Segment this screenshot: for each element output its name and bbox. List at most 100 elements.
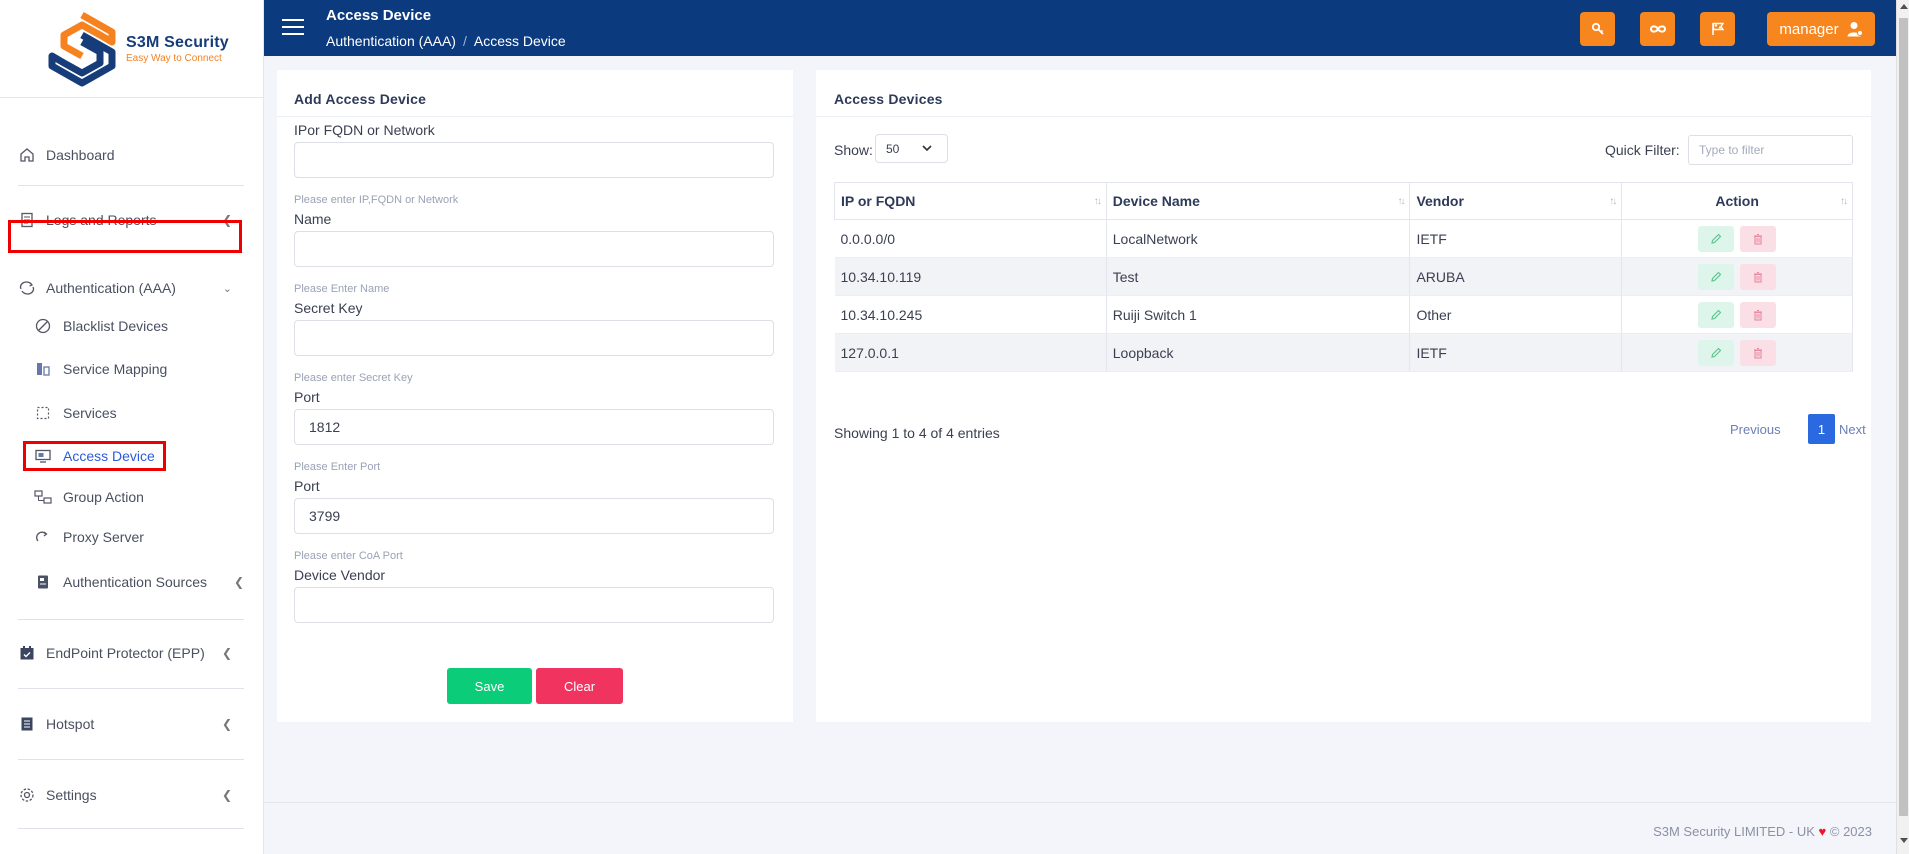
sidebar-subitem-authentication-sources[interactable]: Authentication Sources ❮ bbox=[34, 568, 244, 596]
sidebar-item-authentication[interactable]: Authentication (AAA) ⌄ bbox=[18, 273, 244, 303]
menu-toggle-icon[interactable] bbox=[282, 19, 304, 37]
user-name: manager bbox=[1779, 20, 1839, 38]
user-menu-button[interactable]: manager bbox=[1767, 12, 1875, 46]
sidebar-subitem-label: Authentication Sources bbox=[63, 574, 207, 590]
table-row: 0.0.0.0/0 LocalNetwork IETF bbox=[834, 219, 1853, 258]
sort-icon: ↑↓ bbox=[1840, 196, 1848, 207]
breadcrumb-separator: / bbox=[462, 33, 467, 49]
source-icon bbox=[34, 573, 52, 591]
delete-button[interactable] bbox=[1740, 225, 1777, 252]
key-button[interactable] bbox=[1580, 12, 1615, 46]
show-entries-label: Show: bbox=[834, 142, 873, 158]
dashed-square-icon bbox=[34, 404, 52, 422]
coa-port-input[interactable] bbox=[294, 498, 774, 534]
cell-device-name: Test bbox=[1106, 257, 1411, 296]
edit-button[interactable] bbox=[1698, 339, 1735, 366]
sidebar-subitem-access-device[interactable]: Access Device bbox=[34, 442, 234, 470]
breadcrumb-item[interactable]: Authentication (AAA) bbox=[326, 33, 456, 49]
sidebar-subitem-proxy-server[interactable]: Proxy Server bbox=[34, 523, 234, 551]
edit-button[interactable] bbox=[1698, 301, 1735, 328]
device-vendor-select[interactable] bbox=[294, 587, 774, 623]
column-header-action[interactable]: Action ↑↓ bbox=[1621, 182, 1853, 220]
card-divider bbox=[277, 116, 793, 117]
sidebar-subitem-service-mapping[interactable]: Service Mapping bbox=[34, 355, 234, 383]
edit-button[interactable] bbox=[1698, 263, 1735, 290]
edit-button[interactable] bbox=[1698, 225, 1735, 252]
sort-icon: ↑↓ bbox=[1093, 196, 1102, 207]
trash-icon bbox=[1754, 347, 1763, 359]
delete-button[interactable] bbox=[1740, 301, 1777, 328]
port-help: Please Enter Port bbox=[294, 461, 381, 473]
column-header-device-name[interactable]: Device Name ↑↓ bbox=[1105, 182, 1411, 220]
sidebar-subitem-group-action[interactable]: Group Action bbox=[34, 483, 234, 511]
ip-fqdn-input[interactable] bbox=[294, 142, 774, 178]
sidebar-subitem-label: Group Action bbox=[63, 489, 144, 505]
scroll-down-arrow-icon[interactable] bbox=[1900, 838, 1908, 843]
column-header-label: IP or FQDN bbox=[841, 193, 916, 209]
cell-ip: 0.0.0.0/0 bbox=[834, 219, 1107, 258]
form-title: Add Access Device bbox=[294, 91, 427, 107]
delete-button[interactable] bbox=[1740, 263, 1777, 290]
sync-icon bbox=[18, 279, 36, 297]
gear-icon bbox=[18, 786, 36, 804]
delete-button[interactable] bbox=[1740, 339, 1777, 366]
book-icon bbox=[18, 715, 36, 733]
page-scrollbar[interactable] bbox=[1896, 0, 1909, 854]
sidebar: S3M Security Easy Way to Connect Dashboa… bbox=[0, 0, 264, 854]
cell-vendor: IETF bbox=[1409, 219, 1623, 258]
page-title: Access Device bbox=[326, 7, 432, 24]
heart-icon: ♥ bbox=[1818, 824, 1827, 839]
column-header-vendor[interactable]: Vendor ↑↓ bbox=[1409, 182, 1623, 220]
sidebar-item-endpoint-protector[interactable]: EndPoint Protector (EPP) ❮ bbox=[18, 638, 244, 668]
breadcrumb-item-current: Access Device bbox=[473, 33, 566, 49]
brand-name: S3M Security bbox=[126, 33, 229, 51]
table-title: Access Devices bbox=[834, 91, 943, 107]
quick-filter-input[interactable] bbox=[1688, 135, 1853, 165]
scrollbar-thumb[interactable] bbox=[1899, 18, 1908, 816]
card-divider bbox=[816, 116, 1871, 117]
port-input[interactable] bbox=[294, 409, 774, 445]
save-button[interactable]: Save bbox=[447, 668, 532, 704]
name-input[interactable] bbox=[294, 231, 774, 267]
sidebar-subitem-services[interactable]: Services bbox=[34, 399, 234, 427]
cell-actions bbox=[1621, 257, 1853, 296]
cell-actions bbox=[1621, 333, 1853, 372]
sidebar-subitem-label: Blacklist Devices bbox=[63, 318, 169, 334]
infinity-icon bbox=[1649, 25, 1666, 33]
flag-button[interactable] bbox=[1700, 12, 1735, 46]
clear-button[interactable]: Clear bbox=[536, 668, 623, 704]
infinity-button[interactable] bbox=[1640, 12, 1675, 46]
footer-text: S3M Security LIMITED - UK ♥ © 2023 bbox=[1653, 824, 1872, 839]
column-header-ip[interactable]: IP or FQDN ↑↓ bbox=[834, 182, 1107, 220]
trash-icon bbox=[1754, 309, 1763, 321]
main-content: Add Access Device IPor FQDN or Network P… bbox=[264, 56, 1896, 854]
cell-vendor: IETF bbox=[1409, 333, 1623, 372]
trash-icon bbox=[1754, 233, 1763, 245]
quick-filter-label: Quick Filter: bbox=[1605, 142, 1680, 158]
pagination-previous[interactable]: Previous bbox=[1730, 422, 1781, 437]
sort-icon: ↑↓ bbox=[1609, 196, 1617, 207]
secret-key-help: Please enter Secret Key bbox=[294, 372, 413, 384]
ip-fqdn-help: Please enter IP,FQDN or Network bbox=[294, 194, 459, 206]
table-row: 10.34.10.245 Ruiji Switch 1 Other bbox=[834, 295, 1853, 334]
cell-ip: 10.34.10.119 bbox=[834, 257, 1107, 296]
access-devices-card: Access Devices Show: 50 Quick Filter: IP… bbox=[816, 70, 1871, 722]
sidebar-item-hotspot[interactable]: Hotspot ❮ bbox=[18, 709, 244, 739]
page-size-select[interactable]: 50 bbox=[875, 134, 948, 163]
trash-icon bbox=[1754, 271, 1763, 283]
sidebar-item-settings[interactable]: Settings ❮ bbox=[18, 780, 244, 810]
cell-device-name: Ruiji Switch 1 bbox=[1106, 295, 1411, 334]
pagination-page-1[interactable]: 1 bbox=[1808, 414, 1835, 444]
s3m-logo-icon bbox=[48, 11, 116, 86]
scroll-up-arrow-icon[interactable] bbox=[1900, 4, 1908, 9]
breadcrumb: Authentication (AAA) / Access Device bbox=[326, 33, 566, 49]
ip-fqdn-label: IPor FQDN or Network bbox=[294, 122, 435, 138]
sidebar-subitem-blacklist-devices[interactable]: Blacklist Devices bbox=[34, 312, 234, 340]
cell-actions bbox=[1621, 295, 1853, 334]
sidebar-item-dashboard[interactable]: Dashboard bbox=[18, 140, 244, 170]
pagination-next[interactable]: Next bbox=[1839, 422, 1866, 437]
sidebar-subitem-label: Access Device bbox=[63, 448, 155, 464]
table-summary: Showing 1 to 4 of 4 entries bbox=[834, 425, 1000, 441]
secret-key-input[interactable] bbox=[294, 320, 774, 356]
brand-logo[interactable]: S3M Security Easy Way to Connect bbox=[0, 0, 263, 98]
